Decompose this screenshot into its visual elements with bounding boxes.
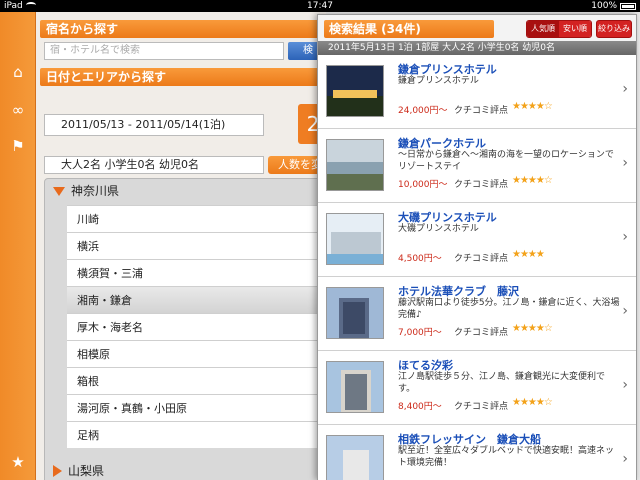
hotel-photo xyxy=(326,213,384,265)
filter-button[interactable]: 絞り込み xyxy=(596,20,632,38)
hotel-price: 10,000円〜 xyxy=(398,180,448,190)
result-row[interactable]: 鎌倉パークホテル ～日常から鎌倉へ～湘南の海を一望のロケーションでリゾートステイ 1… xyxy=(318,129,636,203)
region-selector: 神奈川県 川崎 横浜 横須賀・三浦 湘南・鎌倉 厚木・海老名 相模原 箱根 湯河原・真鶴・小田… xyxy=(44,178,335,480)
pref-label: 神奈川県 xyxy=(71,184,120,198)
review-label: クチコミ評点 xyxy=(454,328,509,338)
area-item[interactable]: 湘南・鎌倉 xyxy=(67,286,335,313)
sort-toggle: 人気順 安い順 xyxy=(526,20,592,38)
hotel-photo xyxy=(326,361,384,413)
chevron-right-icon: › xyxy=(622,81,628,97)
result-row[interactable]: 相鉄フレッサイン 鎌倉大船 駅至近！全室広々ダブルベッドで快適安眠！高速ネット環境… xyxy=(318,425,636,480)
battery-icon xyxy=(620,2,636,10)
rating-stars: ★★★★ xyxy=(512,249,545,260)
area-item[interactable]: 川崎 xyxy=(67,205,335,232)
area-item[interactable]: 横須賀・三浦 xyxy=(67,259,335,286)
hotel-price: 24,000円〜 xyxy=(398,106,448,116)
status-bar: iPad 17:47 100% xyxy=(0,0,640,12)
hotel-photo xyxy=(326,65,384,117)
hotel-description: 大磯プリンスホテル xyxy=(398,224,479,234)
expand-icon xyxy=(53,186,65,196)
area-item[interactable]: 箱根 xyxy=(67,367,335,394)
binoculars-icon[interactable]: ∞ xyxy=(4,98,32,122)
review-label: クチコミ評点 xyxy=(454,254,509,264)
area-item[interactable]: 湯河原・真鶴・小田原 xyxy=(67,394,335,421)
chevron-right-icon: › xyxy=(622,229,628,245)
results-header: 検索結果 (34件) 人気順 安い順 絞り込み xyxy=(318,15,636,41)
star-icon[interactable]: ★ xyxy=(4,450,32,474)
chevron-right-icon: › xyxy=(622,377,628,393)
pref-label: 山梨県 xyxy=(68,464,105,478)
hotel-price: 8,400円〜 xyxy=(398,402,442,412)
pref-kanagawa[interactable]: 神奈川県 xyxy=(53,181,119,201)
name-search-header: 宿名から探す xyxy=(40,20,330,38)
result-list: 鎌倉プリンスホテル 鎌倉プリンスホテル 24,000円〜 クチコミ評点 ★★★★☆ › 鎌倉… xyxy=(318,55,636,480)
area-item[interactable]: 足柄 xyxy=(67,421,335,448)
app-root: iPad 17:47 100% ⌂ ∞ ⚑ ★ 宿名から探す 宿・ホテル名で検索… xyxy=(0,0,640,480)
area-item[interactable]: 相模原 xyxy=(67,340,335,367)
results-popover: 検索結果 (34件) 人気順 安い順 絞り込み 2011年5月13日 1泊 1部… xyxy=(317,14,637,480)
search-conditions: 2011年5月13日 1泊 1部屋 大人2名 小学生0名 幼児0名 xyxy=(318,41,636,55)
review-label: クチコミ評点 xyxy=(454,180,509,190)
hotel-price: 4,500円〜 xyxy=(398,254,442,264)
result-row[interactable]: 鎌倉プリンスホテル 鎌倉プリンスホテル 24,000円〜 クチコミ評点 ★★★★☆ › xyxy=(318,55,636,129)
hotel-description: 藤沢駅南口より徒歩5分。江ノ島・鎌倉に近く、大浴場完備♪ xyxy=(398,298,620,320)
hotel-photo xyxy=(326,139,384,191)
chevron-right-icon: › xyxy=(622,451,628,467)
area-item[interactable]: 厚木・海老名 xyxy=(67,313,335,340)
result-row[interactable]: ホテル法華クラブ 藤沢 藤沢駅南口より徒歩5分。江ノ島・鎌倉に近く、大浴場完備♪ 7… xyxy=(318,277,636,351)
review-label: クチコミ評点 xyxy=(454,106,509,116)
review-label: クチコミ評点 xyxy=(454,402,509,412)
pref-yamanashi[interactable]: 山梨県 xyxy=(53,461,104,480)
area-item[interactable]: 横浜 xyxy=(67,232,335,259)
area-list: 川崎 横浜 横須賀・三浦 湘南・鎌倉 厚木・海老名 相模原 箱根 湯河原・真鶴・小田原 足柄 xyxy=(67,205,335,448)
chevron-right-icon: › xyxy=(622,303,628,319)
hotel-description: 鎌倉プリンスホテル xyxy=(398,76,479,86)
result-row[interactable]: 大磯プリンスホテル 大磯プリンスホテル 4,500円〜 クチコミ評点 ★★★★ › xyxy=(318,203,636,277)
search-panel: 宿名から探す 宿・ホテル名で検索 検 日付とエリアから探す 2011/05/13… xyxy=(36,12,358,480)
home-icon[interactable]: ⌂ xyxy=(4,60,32,84)
hotel-price: 7,000円〜 xyxy=(398,328,442,338)
hotel-description: 江ノ島駅徒歩５分、江ノ島、鎌倉観光に大変便利です。 xyxy=(398,372,606,394)
results-title: 検索結果 (34件) xyxy=(324,20,494,38)
hotel-name-input[interactable]: 宿・ホテル名で検索 xyxy=(44,42,284,60)
people-summary: 大人2名 小学生0名 幼児0名 xyxy=(44,156,264,174)
date-area-header: 日付とエリアから探す xyxy=(40,68,330,86)
hotel-photo xyxy=(326,287,384,339)
flag-icon[interactable]: ⚑ xyxy=(4,134,32,158)
left-rail: ⌂ ∞ ⚑ ★ xyxy=(0,12,36,480)
sort-cheap-button[interactable]: 安い順 xyxy=(559,21,591,37)
clock: 17:47 xyxy=(307,1,333,11)
collapse-icon xyxy=(53,465,62,477)
sort-popular-button[interactable]: 人気順 xyxy=(527,21,559,37)
rating-stars: ★★★★☆ xyxy=(512,397,553,408)
result-row[interactable]: ほてる汐彩 江ノ島駅徒歩５分、江ノ島、鎌倉観光に大変便利です。 8,400円〜 クチコ… xyxy=(318,351,636,425)
chevron-right-icon: › xyxy=(622,155,628,171)
date-range-field[interactable]: 2011/05/13 - 2011/05/14(1泊) xyxy=(44,114,264,136)
rating-stars: ★★★★☆ xyxy=(512,101,553,112)
hotel-description: ～日常から鎌倉へ～湘南の海を一望のロケーションでリゾートステイ xyxy=(398,150,614,172)
rating-stars: ★★★★☆ xyxy=(512,323,553,334)
battery-indicator: 100% xyxy=(591,0,636,12)
hotel-photo xyxy=(326,435,384,480)
rating-stars: ★★★★☆ xyxy=(512,175,553,186)
hotel-description: 駅至近！全室広々ダブルベッドで快適安眠！高速ネット環境完備！ xyxy=(398,446,615,468)
